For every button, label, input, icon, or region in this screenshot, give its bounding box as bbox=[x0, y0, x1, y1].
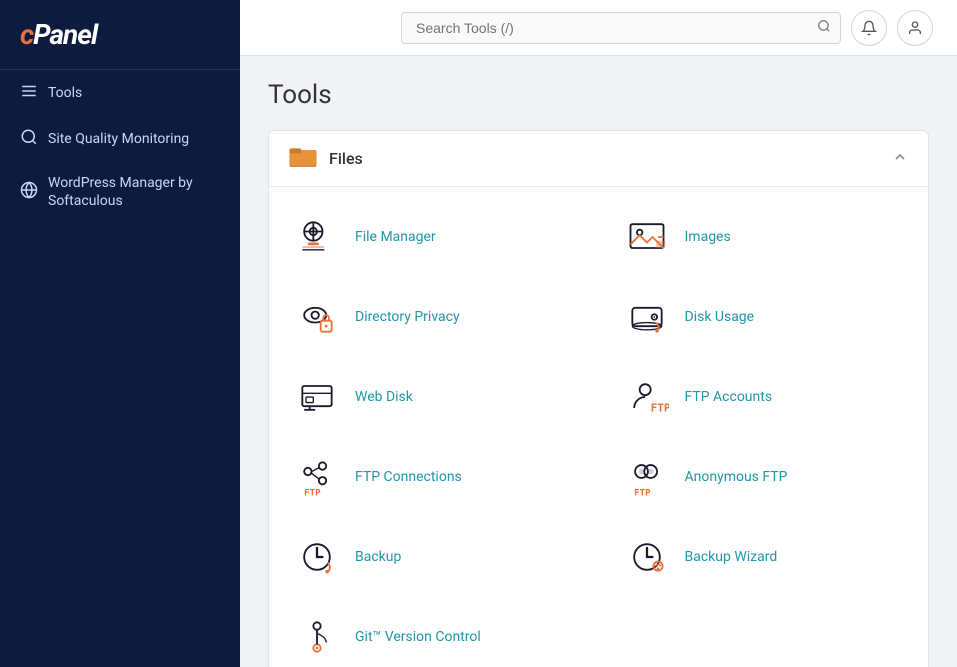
logo-text: cPanel bbox=[20, 18, 97, 51]
page-title: Tools bbox=[268, 80, 929, 110]
files-section-icon bbox=[289, 145, 317, 172]
search-wrapper bbox=[401, 12, 841, 44]
sidebar-site-quality-label: Site Quality Monitoring bbox=[48, 130, 189, 148]
directory-privacy-icon bbox=[293, 293, 341, 341]
git-version-control-label: Git™ Version Control bbox=[355, 629, 481, 645]
profile-button[interactable] bbox=[897, 10, 933, 46]
anonymous-ftp-icon: FTP bbox=[623, 453, 671, 501]
backup-label: Backup bbox=[355, 549, 401, 565]
web-disk-label: Web Disk bbox=[355, 389, 413, 405]
ftp-accounts-label: FTP Accounts bbox=[685, 389, 773, 405]
ftp-accounts-icon: FTP bbox=[623, 373, 671, 421]
sidebar-tools-label: Tools bbox=[48, 84, 82, 102]
ftp-accounts-item[interactable]: FTP FTP Accounts bbox=[599, 357, 929, 437]
backup-item[interactable]: Backup bbox=[269, 517, 599, 597]
svg-text:FTP: FTP bbox=[650, 402, 668, 415]
git-version-control-item[interactable]: Git™ Version Control bbox=[269, 597, 599, 667]
sidebar-wordpress-label: WordPress Manager by Softaculous bbox=[48, 174, 220, 210]
wordpress-icon bbox=[20, 181, 38, 203]
files-section-header-left: Files bbox=[289, 145, 363, 172]
ftp-connections-item[interactable]: FTP FTP Connections bbox=[269, 437, 599, 517]
anonymous-ftp-item[interactable]: FTP Anonymous FTP bbox=[599, 437, 929, 517]
backup-icon bbox=[293, 533, 341, 581]
main-content: Tools Files bbox=[240, 0, 957, 667]
disk-usage-label: Disk Usage bbox=[685, 309, 755, 325]
backup-wizard-item[interactable]: Backup Wizard bbox=[599, 517, 929, 597]
sidebar-logo: cPanel bbox=[0, 0, 240, 70]
content-area: Tools Files bbox=[240, 56, 957, 667]
search-icon bbox=[817, 19, 831, 37]
sidebar-item-tools[interactable]: Tools bbox=[0, 70, 240, 116]
search-input[interactable] bbox=[401, 12, 841, 44]
backup-wizard-label: Backup Wizard bbox=[685, 549, 778, 565]
files-tools-grid: File Manager Images bbox=[269, 187, 928, 667]
images-label: Images bbox=[685, 229, 731, 245]
file-manager-icon bbox=[293, 213, 341, 261]
disk-usage-item[interactable]: Disk Usage bbox=[599, 277, 929, 357]
svg-text:FTP: FTP bbox=[304, 487, 321, 498]
backup-wizard-icon bbox=[623, 533, 671, 581]
ftp-connections-icon: FTP bbox=[293, 453, 341, 501]
file-manager-item[interactable]: File Manager bbox=[269, 197, 599, 277]
sidebar: cPanel Tools Site Quality Monitoring Wor… bbox=[0, 0, 240, 667]
files-section-header[interactable]: Files bbox=[269, 131, 928, 187]
sidebar-item-wordpress[interactable]: WordPress Manager by Softaculous bbox=[0, 162, 240, 222]
web-disk-item[interactable]: Web Disk bbox=[269, 357, 599, 437]
sidebar-item-site-quality[interactable]: Site Quality Monitoring bbox=[0, 116, 240, 162]
directory-privacy-label: Directory Privacy bbox=[355, 309, 460, 325]
ftp-connections-label: FTP Connections bbox=[355, 469, 462, 485]
file-manager-label: File Manager bbox=[355, 229, 436, 245]
svg-text:FTP: FTP bbox=[634, 487, 651, 498]
git-icon bbox=[293, 613, 341, 661]
files-section-toggle bbox=[892, 149, 908, 169]
directory-privacy-item[interactable]: Directory Privacy bbox=[269, 277, 599, 357]
notifications-button[interactable] bbox=[851, 10, 887, 46]
web-disk-icon bbox=[293, 373, 341, 421]
header bbox=[240, 0, 957, 56]
files-section-title: Files bbox=[329, 149, 363, 168]
tools-icon bbox=[20, 82, 38, 104]
site-quality-icon bbox=[20, 128, 38, 150]
images-icon bbox=[623, 213, 671, 261]
anonymous-ftp-label: Anonymous FTP bbox=[685, 469, 788, 485]
disk-usage-icon bbox=[623, 293, 671, 341]
images-item[interactable]: Images bbox=[599, 197, 929, 277]
files-section: Files bbox=[268, 130, 929, 667]
